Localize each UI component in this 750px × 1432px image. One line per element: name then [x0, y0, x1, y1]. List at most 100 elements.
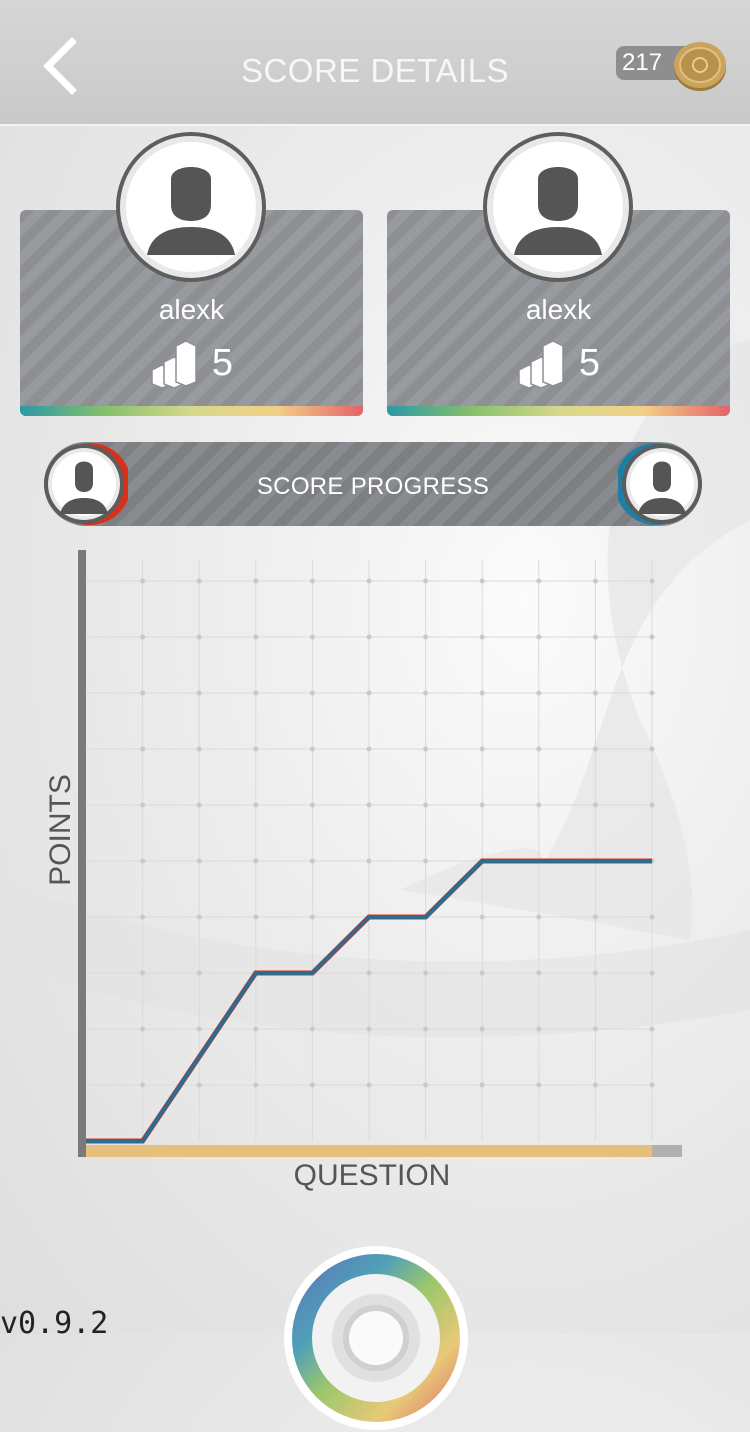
grid-dot [536, 914, 542, 920]
grid-dot [592, 1026, 598, 1032]
grid-dot [592, 578, 598, 584]
player-1-name: alexk [158, 294, 225, 325]
grid-dot [309, 690, 315, 696]
grid-dot [253, 914, 259, 920]
grid-dot [196, 802, 202, 808]
grid-dot [423, 746, 429, 752]
grid-dot [423, 634, 429, 640]
grid-dot [140, 802, 146, 808]
grid-dot [536, 634, 542, 640]
player-2-name: alexk [525, 294, 592, 325]
grid-dot [649, 634, 655, 640]
grid-dot [479, 1026, 485, 1032]
avatar-silhouette-icon [514, 167, 602, 255]
grid-dot [536, 578, 542, 584]
player-1-avatar[interactable] [116, 132, 266, 282]
grid-dot [253, 802, 259, 808]
grid-dot [649, 914, 655, 920]
grid-dot [366, 1082, 372, 1088]
grid-dot [140, 1082, 146, 1088]
x-axis-end [652, 1145, 682, 1157]
grid-dot [253, 858, 259, 864]
grid-dot [253, 578, 259, 584]
grid-dot [536, 690, 542, 696]
grid-dot [196, 634, 202, 640]
grid-dot [253, 1026, 259, 1032]
chart-grid [86, 560, 655, 1141]
grid-dot [196, 914, 202, 920]
grid-dot [423, 970, 429, 976]
grid-dot [140, 578, 146, 584]
grid-dot [140, 1026, 146, 1032]
grid-dot [309, 914, 315, 920]
grid-dot [253, 634, 259, 640]
grid-dot [592, 634, 598, 640]
grid-dot [253, 746, 259, 752]
grid-dot [366, 690, 372, 696]
grid-dot [649, 578, 655, 584]
y-axis [78, 550, 86, 1157]
version-label: v0.9.2 [0, 1306, 109, 1341]
progress-player-2-avatar[interactable] [618, 442, 702, 526]
coin-icon [674, 42, 726, 91]
grid-dot [196, 578, 202, 584]
grid-dot [536, 1026, 542, 1032]
grid-dot [649, 1026, 655, 1032]
player-2-level: 5 [387, 338, 730, 388]
grid-dot [423, 1082, 429, 1088]
grid-dot [140, 746, 146, 752]
grid-dot [196, 1082, 202, 1088]
grid-dot [140, 690, 146, 696]
level-bars-icon [518, 340, 564, 388]
grid-dot [423, 1026, 429, 1032]
grid-dot [649, 1082, 655, 1088]
grid-dot [196, 690, 202, 696]
grid-dot [366, 746, 372, 752]
grid-dot [479, 746, 485, 752]
grid-dot [366, 1026, 372, 1032]
grid-dot [196, 970, 202, 976]
grid-dot [592, 914, 598, 920]
grid-dot [423, 690, 429, 696]
grid-dot [649, 746, 655, 752]
grid-dot [536, 746, 542, 752]
grid-dot [536, 970, 542, 976]
grid-dot [196, 858, 202, 864]
score-chart: QUESTION POINTS [44, 550, 682, 1192]
grid-dot [253, 1082, 259, 1088]
grid-dot [366, 970, 372, 976]
coin-balance[interactable]: 217 [616, 38, 728, 92]
grid-dot [649, 802, 655, 808]
score-progress-title: SCORE PROGRESS [256, 473, 490, 500]
level-bars-icon [151, 340, 197, 388]
player-1-rainbow-strip [20, 406, 363, 416]
grid-dot [423, 578, 429, 584]
grid-dot [479, 578, 485, 584]
grid-dot [479, 634, 485, 640]
avatar-silhouette-icon [147, 167, 235, 255]
score-progress-bar: SCORE PROGRESS [44, 442, 702, 526]
grid-dot [536, 1082, 542, 1088]
grid-dot [592, 1082, 598, 1088]
grid-dot [309, 578, 315, 584]
grid-dot [479, 1082, 485, 1088]
y-axis-label: POINTS [44, 774, 77, 886]
grid-dot [479, 914, 485, 920]
player-2-level-value: 5 [578, 341, 601, 384]
grid-dot [366, 802, 372, 808]
color-wheel-button[interactable] [282, 1244, 470, 1432]
grid-dot [366, 578, 372, 584]
player-2-rainbow-strip [387, 406, 730, 416]
x-axis-label: QUESTION [294, 1159, 451, 1192]
player-1-level: 5 [20, 338, 363, 388]
grid-dot [309, 858, 315, 864]
grid-dot [140, 634, 146, 640]
grid-dot [309, 802, 315, 808]
grid-dot [592, 746, 598, 752]
player-1-level-value: 5 [211, 341, 234, 384]
grid-dot [423, 802, 429, 808]
grid-dot [196, 746, 202, 752]
grid-dot [479, 802, 485, 808]
grid-dot [309, 1082, 315, 1088]
player-2-avatar[interactable] [483, 132, 633, 282]
